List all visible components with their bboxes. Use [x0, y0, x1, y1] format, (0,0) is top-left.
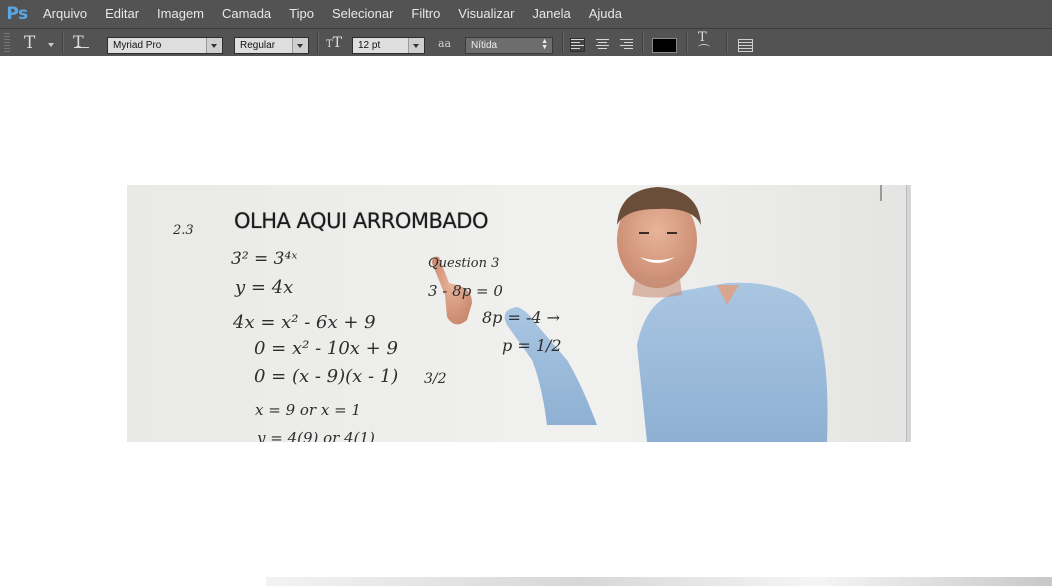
board-right-line: p = 1/2	[502, 336, 562, 355]
chevron-down-icon	[292, 38, 308, 53]
board-right-line: 3 - 8p = 0	[428, 282, 503, 300]
separator	[317, 32, 319, 53]
align-left-button[interactable]	[570, 38, 585, 52]
menu-camada[interactable]: Camada	[213, 0, 280, 28]
align-right-button[interactable]	[620, 39, 633, 51]
separator	[726, 32, 728, 53]
menu-visualizar[interactable]: Visualizar	[449, 0, 523, 28]
lower-image-edge	[266, 577, 1052, 586]
photoshop-logo: Ps	[6, 4, 28, 24]
chevron-down-icon	[408, 38, 424, 53]
font-style-dropdown[interactable]: Regular	[234, 37, 309, 54]
type-tool-icon[interactable]: T	[24, 33, 35, 53]
antialias-dropdown[interactable]: Nítida ▲ ▼	[465, 37, 553, 54]
menu-ajuda[interactable]: Ajuda	[580, 0, 631, 28]
menu-filtro[interactable]: Filtro	[402, 0, 449, 28]
board-line: 0 = (x - 9)(x - 1)	[254, 366, 399, 387]
options-bar: T T Myriad Pro Regular TT 12 pt aa Nítid…	[0, 28, 1052, 56]
separator	[642, 32, 644, 53]
board-line: 0 = x² - 10x + 9	[254, 338, 398, 359]
board-line: 4x = x² - 6x + 9	[233, 312, 376, 333]
menu-imagem[interactable]: Imagem	[148, 0, 213, 28]
font-family-dropdown[interactable]: Myriad Pro	[107, 37, 223, 54]
warp-text-icon[interactable]: T	[698, 31, 710, 51]
menu-janela[interactable]: Janela	[523, 0, 579, 28]
board-line: x = 9 or x = 1	[255, 401, 361, 419]
menu-bar: Ps Arquivo Editar Imagem Camada Tipo Sel…	[0, 0, 1052, 28]
separator	[686, 32, 688, 53]
panel-grip[interactable]	[4, 33, 10, 52]
align-center-button[interactable]	[596, 39, 609, 51]
board-right-line: 8p = -4 →	[482, 308, 561, 327]
menu-editar[interactable]: Editar	[96, 0, 148, 28]
character-panel-icon[interactable]	[738, 39, 753, 52]
canvas-image: OLHA AQUI ARROMBADO 2.3 3² = 3⁴ˣ y = 4x …	[127, 185, 906, 442]
menu-arquivo[interactable]: Arquivo	[34, 0, 96, 28]
separator	[62, 32, 64, 53]
board-number: 2.3	[173, 223, 194, 238]
board-line: 3² = 3⁴ˣ	[231, 249, 298, 269]
canvas-edge	[906, 185, 911, 442]
font-family-value: Myriad Pro	[113, 40, 162, 51]
board-right-line: 3/2	[424, 371, 447, 387]
font-size-value: 12 pt	[358, 40, 381, 51]
text-color-swatch[interactable]	[652, 38, 677, 53]
board-question: Question 3	[428, 256, 500, 271]
font-style-value: Regular	[240, 40, 276, 51]
menu-tipo[interactable]: Tipo	[280, 0, 323, 28]
board-line: y = 4x	[235, 277, 294, 298]
board-line: y = 4(9) or 4(1)	[257, 429, 375, 442]
antialias-value: Nítida	[471, 40, 498, 51]
updown-icon: ▲ ▼	[541, 38, 548, 51]
overlay-text: OLHA AQUI ARROMBADO	[234, 209, 489, 233]
font-size-dropdown[interactable]: 12 pt	[352, 37, 425, 54]
antialias-icon: aa	[438, 37, 452, 50]
menu-selecionar[interactable]: Selecionar	[323, 0, 402, 28]
font-size-icon: TT	[326, 35, 343, 51]
tool-preset-chevron-icon[interactable]	[48, 43, 54, 47]
toggle-orientation-icon[interactable]: T	[73, 32, 89, 51]
chevron-down-icon	[206, 38, 222, 53]
separator	[562, 32, 564, 53]
